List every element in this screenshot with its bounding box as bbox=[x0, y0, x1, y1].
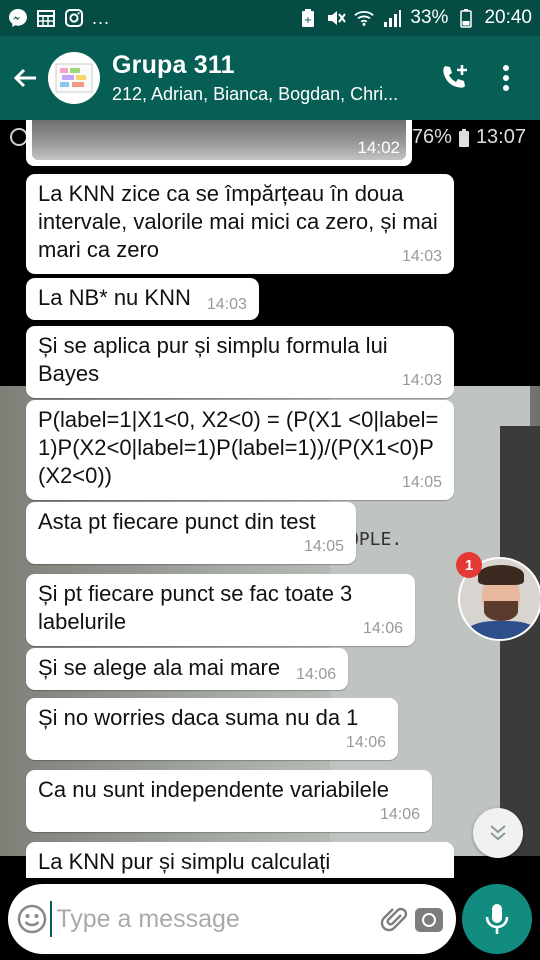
battery-icon bbox=[458, 128, 469, 147]
status-time: 20:40 bbox=[484, 7, 532, 28]
battery-icon bbox=[456, 8, 476, 28]
status-overflow: ... bbox=[92, 7, 111, 28]
image-thumbnail[interactable] bbox=[32, 120, 406, 160]
message-bubble[interactable]: Asta pt fiecare punct din test 14:05 bbox=[26, 502, 356, 564]
back-button[interactable] bbox=[2, 36, 48, 120]
overlay-battery: 76% bbox=[411, 126, 452, 148]
chat-title: Grupa 311 bbox=[112, 51, 235, 79]
message-bubble[interactable]: Ca nu sunt independente variabilele 14:0… bbox=[26, 770, 432, 832]
battery-saver-icon: + bbox=[298, 8, 318, 28]
message-list[interactable]: OPLE. 76% 13:07 14:02 La KNN zice ca se … bbox=[0, 120, 540, 878]
mute-icon bbox=[326, 8, 347, 28]
composer-bar bbox=[0, 878, 540, 960]
status-bar: ... + 33% 20:40 bbox=[0, 0, 540, 36]
message-bubble[interactable]: Și pt fiecare punct se fac toate 3 label… bbox=[26, 574, 415, 646]
scroll-to-bottom-button[interactable] bbox=[473, 808, 523, 858]
message-text: Și se alege ala mai mare bbox=[38, 655, 281, 680]
overlay-time: 13:07 bbox=[475, 126, 526, 148]
voice-message-button[interactable] bbox=[462, 884, 532, 954]
double-chevron-down-icon bbox=[490, 825, 506, 841]
message-bubble[interactable]: La KNN pur și simplu calculați bbox=[26, 842, 454, 878]
message-time: 14:06 bbox=[345, 734, 386, 751]
paperclip-icon bbox=[381, 907, 408, 932]
message-time: 14:03 bbox=[206, 296, 247, 313]
chat-members: 212, Adrian, Bianca, Bogdan, Chri... bbox=[112, 84, 399, 104]
overlay-status: 76% 13:07 bbox=[412, 126, 526, 149]
message-bubble[interactable]: Și no worries daca suma nu da 1 14:06 bbox=[26, 698, 398, 760]
arrow-left-icon bbox=[13, 68, 36, 88]
smiley-icon bbox=[17, 904, 47, 934]
message-text: Și no worries daca suma nu da 1 bbox=[38, 705, 359, 730]
wifi-icon bbox=[354, 8, 375, 28]
message-time: 14:05 bbox=[303, 538, 344, 555]
image-message[interactable]: 14:02 bbox=[26, 120, 412, 166]
microphone-icon bbox=[485, 904, 509, 934]
background-sign-text: OPLE. bbox=[348, 529, 403, 550]
add-call-button[interactable] bbox=[428, 36, 480, 120]
message-input[interactable] bbox=[50, 901, 379, 937]
message-text: La NB* nu KNN bbox=[38, 285, 191, 310]
more-options-button[interactable] bbox=[480, 36, 532, 120]
message-time: 14:02 bbox=[357, 138, 400, 157]
calendar-grid-icon bbox=[36, 8, 56, 28]
message-text: Ca nu sunt independente variabilele bbox=[38, 777, 390, 802]
instagram-icon bbox=[64, 8, 84, 28]
unread-badge: 1 bbox=[456, 552, 482, 578]
message-bubble[interactable]: La KNN zice ca se împărțeau în doua inte… bbox=[26, 174, 454, 274]
message-bubble[interactable]: Și se alege ala mai mare 14:06 bbox=[26, 648, 349, 690]
message-text: La KNN pur și simplu calculați bbox=[38, 849, 331, 874]
attach-button[interactable] bbox=[378, 884, 412, 954]
phone-add-icon bbox=[443, 65, 467, 88]
composer bbox=[8, 884, 456, 954]
message-bubble[interactable]: P(label=1|X1<0, X2<0) = (P(X1 <0|label=1… bbox=[26, 400, 454, 500]
signal-icon bbox=[382, 8, 402, 28]
chat-header: Grupa 311 212, Adrian, Bianca, Bogdan, C… bbox=[0, 36, 540, 120]
message-text: Asta pt fiecare punct din test bbox=[38, 509, 316, 534]
message-time: 14:06 bbox=[296, 666, 337, 683]
camera-icon bbox=[415, 908, 444, 932]
svg-text:+: + bbox=[304, 15, 312, 26]
camera-button[interactable] bbox=[412, 884, 446, 954]
more-vert-icon bbox=[503, 65, 509, 91]
emoji-button[interactable] bbox=[14, 884, 50, 954]
battery-percent: 33% bbox=[410, 7, 449, 28]
message-bubble[interactable]: La NB* nu KNN 14:03 bbox=[26, 278, 259, 320]
chat-title-area[interactable]: Grupa 311 212, Adrian, Bianca, Bogdan, C… bbox=[112, 51, 428, 105]
message-time: 14:06 bbox=[379, 806, 420, 823]
message-bubble[interactable]: Și se aplica pur și simplu formula lui B… bbox=[26, 326, 454, 398]
group-avatar[interactable] bbox=[48, 52, 100, 104]
messenger-icon bbox=[8, 8, 28, 28]
